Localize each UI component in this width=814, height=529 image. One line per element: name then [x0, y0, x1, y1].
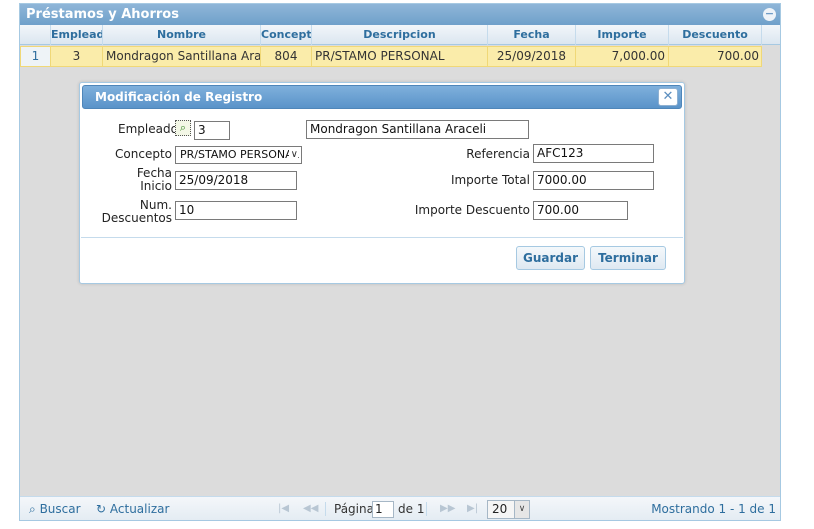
referencia-label: Referencia — [466, 147, 530, 161]
cell-descuento: 700.00 — [717, 49, 759, 63]
last-page-icon[interactable]: ▶| — [467, 497, 478, 521]
cell-nombre: Mondragon Santillana Araceli — [103, 47, 261, 66]
cell-descripcion: PR/STAMO PERSONAL — [312, 47, 488, 66]
search-label: Buscar — [39, 502, 81, 516]
page-input[interactable]: 1 — [372, 501, 394, 518]
panel-title-text: Préstamos y Ahorros — [26, 7, 179, 22]
page-label: Página — [334, 502, 374, 516]
refresh-label: Actualizar — [109, 502, 170, 516]
num-descuentos-input[interactable]: 10 — [175, 201, 297, 220]
header-concepto[interactable]: Concepto — [261, 25, 312, 45]
header-nombre[interactable]: Nombre — [103, 25, 261, 45]
refresh-button[interactable]: ↻ Actualizar — [96, 497, 169, 521]
dialog-divider — [81, 237, 683, 238]
header-fecha[interactable]: Fecha — [488, 25, 576, 45]
records-count: Mostrando 1 - 1 de 1 — [651, 502, 776, 516]
panel-title: Préstamos y Ahorros − — [20, 4, 780, 25]
empleado-name-field: Mondragon Santillana Araceli — [306, 120, 529, 139]
concepto-value: PR/STAMO PERSONAL — [180, 148, 299, 161]
page-size-select[interactable]: 20 ∨ — [487, 500, 530, 519]
prev-page-icon[interactable]: ◀◀ — [303, 497, 318, 521]
chevron-down-icon: ∨ — [514, 501, 529, 518]
importe-total-input[interactable]: 7000.00 — [533, 171, 654, 190]
refresh-icon: ↻ — [96, 502, 107, 516]
chevron-down-icon: ∨ — [288, 147, 298, 163]
lookup-icon[interactable]: ⌕ — [175, 120, 191, 136]
save-button[interactable]: Guardar — [516, 246, 585, 270]
importe-descuento-label: Importe Descuento — [414, 203, 530, 217]
table-row[interactable]: 1 3 Mondragon Santillana Araceli 804 PR/… — [20, 46, 762, 67]
concepto-select[interactable]: PR/STAMO PERSONAL ∨ — [175, 146, 302, 164]
dialog-title: Modificación de Registro ✕ — [82, 85, 682, 109]
dialog-title-text: Modificación de Registro — [95, 90, 263, 104]
first-page-icon[interactable]: |◀ — [278, 497, 289, 521]
pager-divider — [426, 502, 427, 516]
finish-button[interactable]: Terminar — [590, 246, 666, 270]
header-rownum — [20, 25, 51, 45]
cell-importe: 7,000.00 — [576, 47, 669, 66]
cell-concepto: 804 — [261, 47, 312, 66]
collapse-icon[interactable]: − — [763, 8, 776, 21]
search-button[interactable]: ⌕ Buscar — [29, 497, 81, 521]
fecha-inicio-input[interactable]: 25/09/2018 — [175, 171, 297, 190]
pager: ⌕ Buscar ↻ Actualizar |◀ ◀◀ Página 1 de … — [20, 496, 780, 520]
close-icon[interactable]: ✕ — [658, 88, 678, 106]
header-descuento[interactable]: Descuento — [669, 25, 762, 45]
importe-descuento-input[interactable]: 700.00 — [533, 201, 628, 220]
header-importe[interactable]: Importe — [576, 25, 669, 45]
cell-fecha: 25/09/2018 — [488, 47, 576, 66]
pager-divider — [325, 502, 326, 516]
edit-record-dialog: Modificación de Registro ✕ Empleado ⌕ 3 … — [79, 82, 685, 284]
importe-total-label: Importe Total — [450, 173, 530, 187]
next-page-icon[interactable]: ▶▶ — [440, 497, 455, 521]
search-icon: ⌕ — [29, 502, 36, 516]
concepto-label: Concepto — [115, 147, 172, 161]
empleado-label: Empleado — [118, 122, 178, 136]
page-size-value: 20 — [492, 502, 508, 516]
page-of-label: de 1 — [398, 502, 425, 516]
descuentos-label: Descuentos — [101, 211, 172, 225]
inicio-label: Inicio — [140, 179, 172, 193]
referencia-input[interactable]: AFC123 — [533, 144, 654, 163]
header-descripcion[interactable]: Descripcion — [312, 25, 488, 45]
row-number: 1 — [21, 47, 51, 66]
grid-header: Empleado Nombre Concepto Descripcion Fec… — [20, 25, 780, 45]
cell-empleado: 3 — [51, 47, 103, 66]
empleado-input[interactable]: 3 — [194, 121, 230, 140]
header-empleado[interactable]: Empleado — [51, 25, 103, 45]
